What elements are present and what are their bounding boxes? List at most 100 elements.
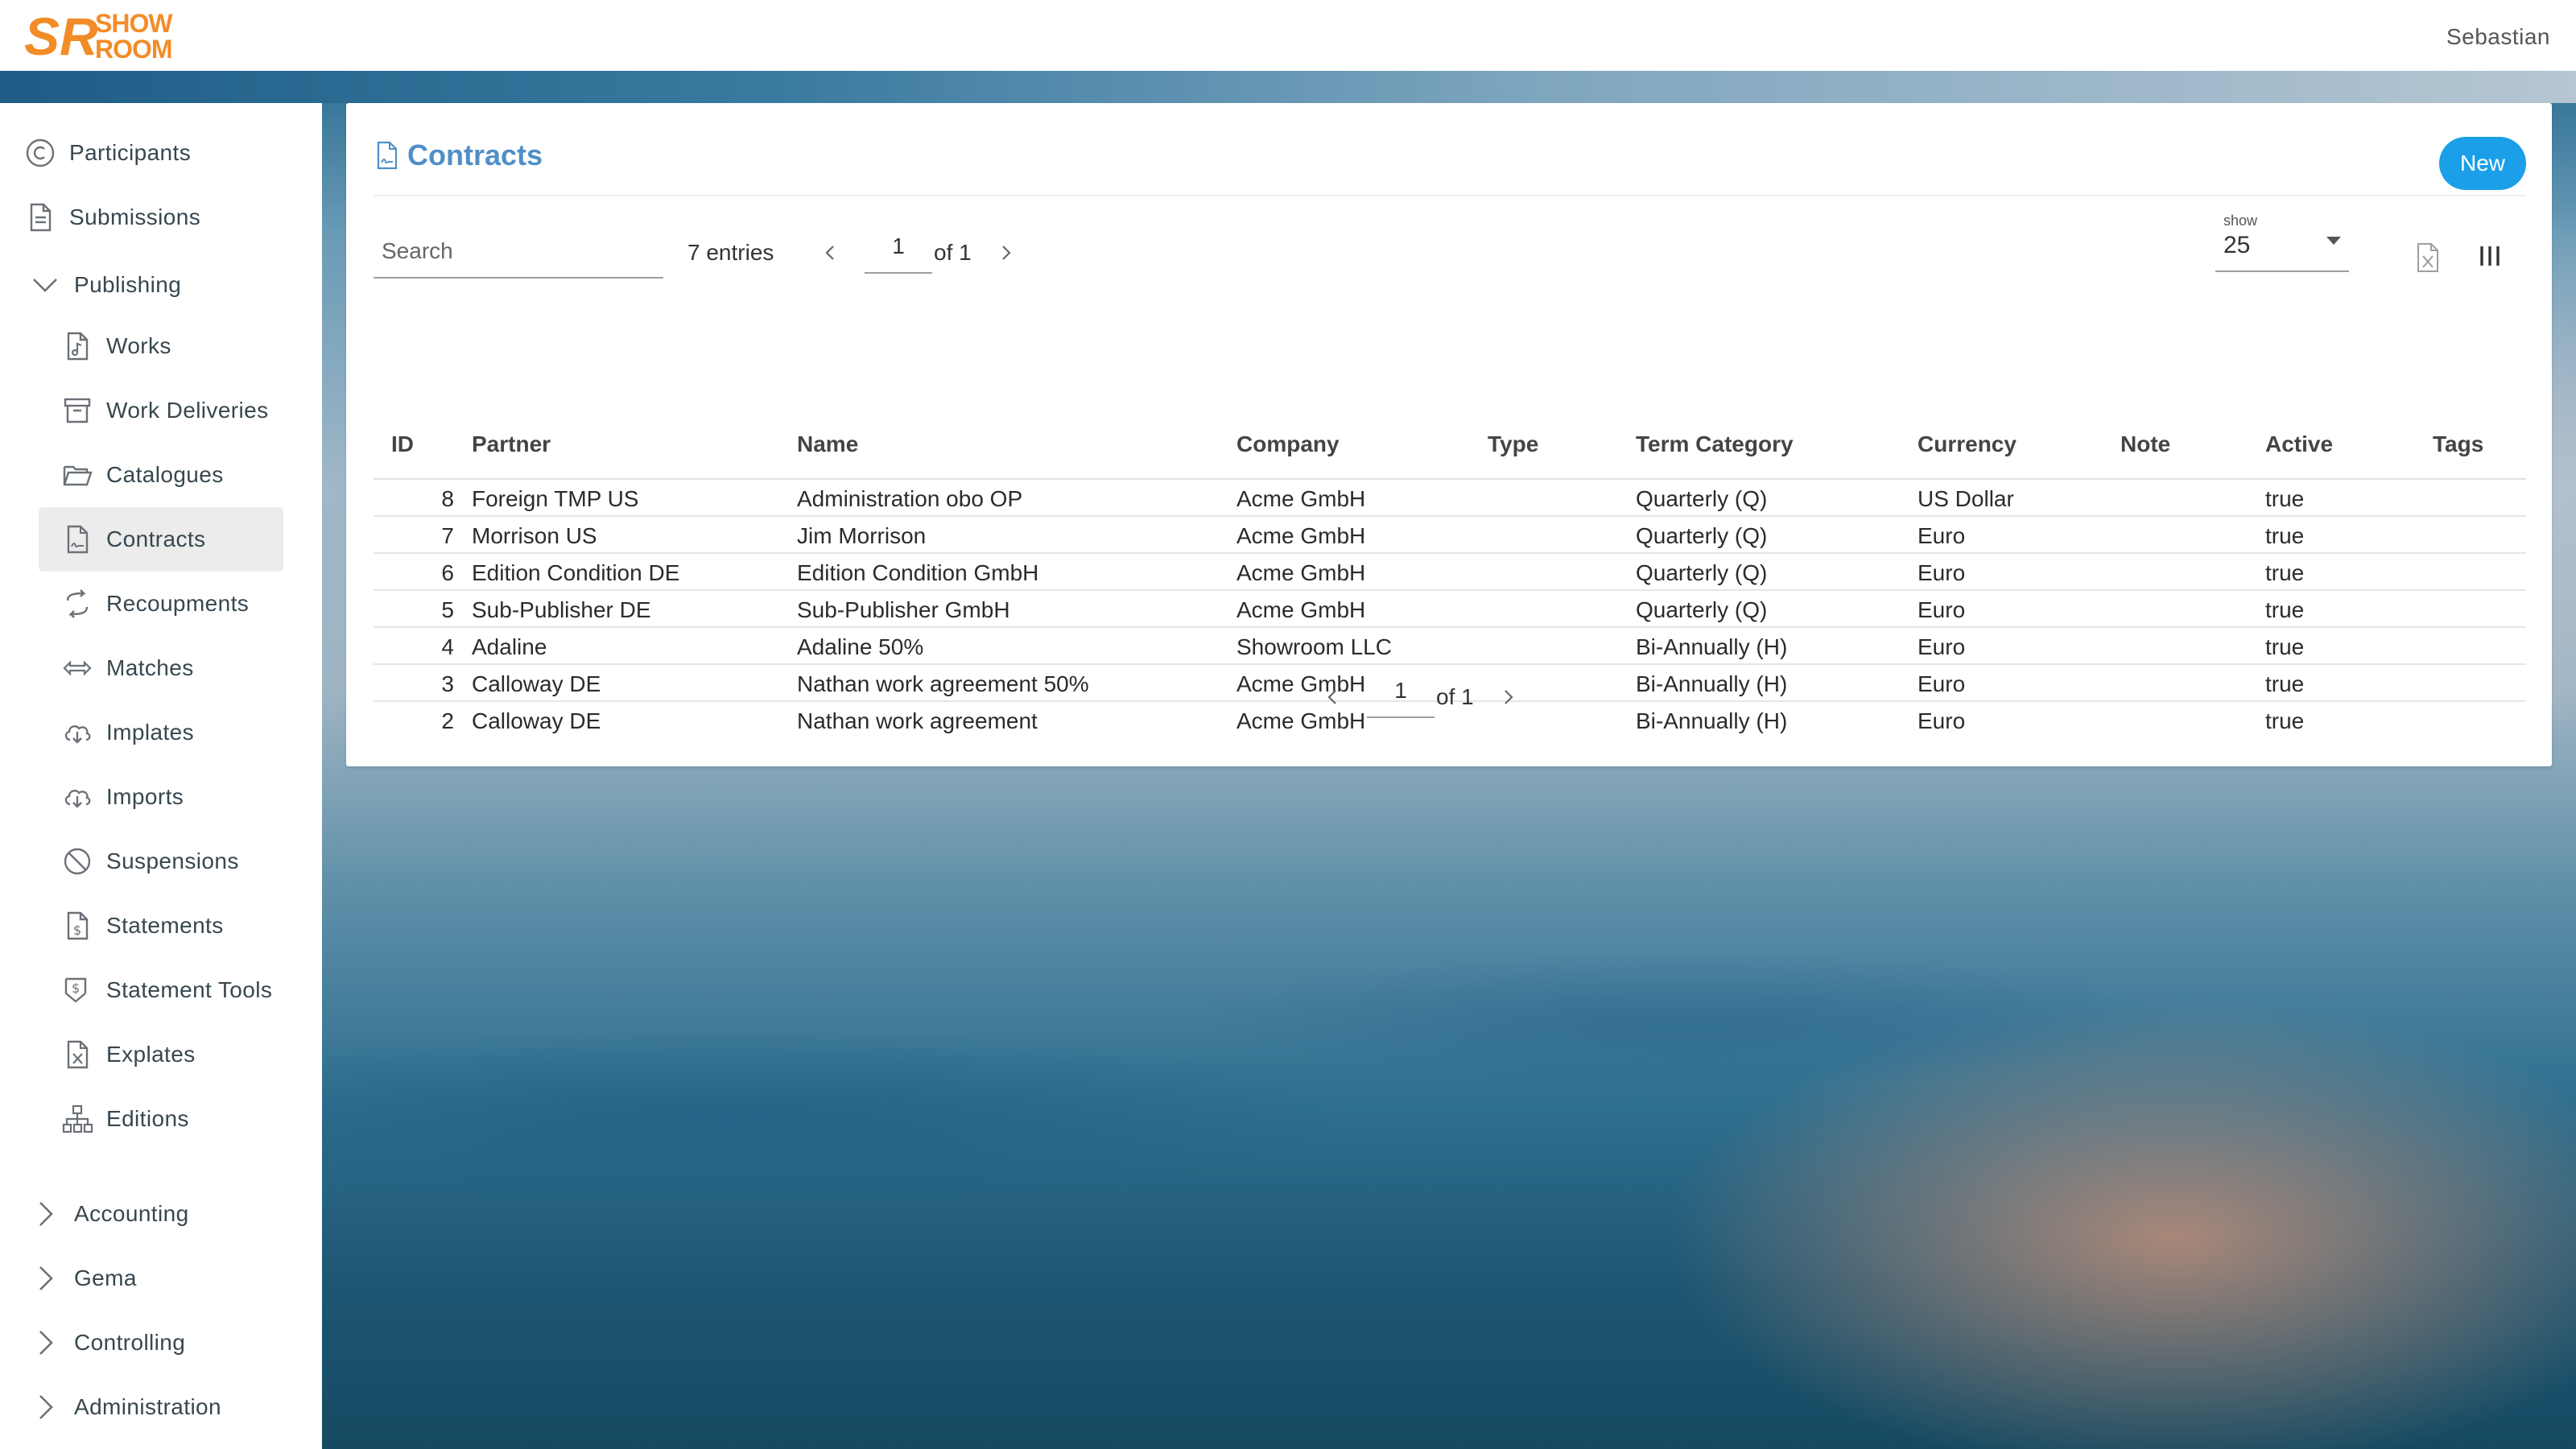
sidebar-item-suspensions[interactable]: Suspensions [61,829,239,894]
column-header-active[interactable]: Active [2265,431,2333,457]
cell-term-category: Quarterly (Q) [1636,560,1768,585]
cell-name: Adaline 50% [797,634,924,659]
sidebar-item-submissions[interactable]: Submissions [24,185,200,250]
column-header-term-category[interactable]: Term Category [1636,431,1794,457]
sidebar-item-statement-tools[interactable]: $ Statement Tools [61,958,272,1022]
cell-active: true [2265,523,2305,548]
showroom-logo[interactable]: SR SHOW ROOM [24,6,193,66]
cell-id: 6 [441,560,454,585]
document-icon [30,203,52,232]
prev-page-button[interactable] [1317,681,1349,713]
cell-partner: Adaline [472,634,547,659]
sidebar-item-work-deliveries[interactable]: Work Deliveries [61,378,269,443]
page-number-input[interactable] [1367,676,1435,718]
column-header-type[interactable]: Type [1488,431,1538,457]
chevron-down-icon [33,279,57,292]
cell-company: Acme GmbH [1236,523,1366,548]
table-row[interactable]: 4 Adaline Adaline 50% Showroom LLC Bi-An… [374,628,2526,665]
cell-name: Jim Morrison [797,523,927,548]
column-header-currency[interactable]: Currency [1918,431,2017,457]
sidebar-item-statements[interactable]: $ Statements [61,894,224,958]
svg-text:$: $ [73,923,82,938]
table-row[interactable]: 7 Morrison US Jim Morrison Acme GmbH Qua… [374,517,2526,554]
page-title: Contracts [374,138,543,172]
columns-icon[interactable] [2476,240,2504,272]
svg-text:SHOW: SHOW [95,9,173,38]
sidebar-item-catalogues[interactable]: Catalogues [61,443,224,507]
cell-name: Nathan work agreement 50% [797,671,1089,696]
entries-count: 7 entries [687,240,774,265]
chevron-right-icon [39,1331,53,1355]
page-of-label: of 1 [1436,684,1474,709]
sidebar-item-label: Statements [106,913,224,938]
cell-company: Showroom LLC [1236,634,1392,659]
cell-company: Acme GmbH [1236,486,1366,511]
sidebar-item-matches[interactable]: Matches [61,636,194,700]
user-menu[interactable]: Sebastian [2446,24,2550,50]
cell-active: true [2265,597,2305,622]
sidebar-item-contracts[interactable]: Contracts [39,507,283,572]
header-shadow-band [0,71,2576,103]
svg-text:ROOM: ROOM [95,35,172,63]
contract-file-icon [377,141,398,170]
cell-partner: Foreign TMP US [472,486,639,511]
next-page-button[interactable] [989,237,1022,269]
bottom-pagination: of 1 [1317,676,1524,718]
column-header-id[interactable]: ID [391,431,414,457]
sidebar-item-label: Publishing [74,272,182,297]
sidebar-item-label: Administration [74,1394,222,1419]
sidebar-item-explates[interactable]: Explates [61,1022,196,1087]
cell-term-category: Bi-Annually (H) [1636,634,1788,659]
column-header-company[interactable]: Company [1236,431,1340,457]
sidebar-item-participants[interactable]: Participants [24,121,191,185]
next-page-button[interactable] [1492,681,1524,713]
cell-id: 2 [441,708,454,733]
sidebar-item-imports[interactable]: Imports [61,765,184,829]
sidebar-item-administration[interactable]: Administration [29,1375,221,1439]
chevron-left-icon [1327,690,1336,704]
cell-id: 8 [441,486,454,511]
page-of-label: of 1 [934,240,972,265]
sidebar-item-recoupments[interactable]: Recoupments [61,572,249,636]
sidebar-item-implates[interactable]: Implates [61,700,194,765]
contract-file-icon [67,525,89,554]
cell-currency: Euro [1918,523,1966,548]
prev-page-button[interactable] [815,237,847,269]
page-number-input[interactable] [865,232,932,274]
sidebar-item-label: Works [106,333,171,358]
page-title-text: Contracts [407,138,543,171]
table-row[interactable]: 8 Foreign TMP US Administration obo OP A… [374,480,2526,517]
sidebar-item-controlling[interactable]: Controlling [29,1311,185,1375]
search-input[interactable] [374,225,663,279]
table-row[interactable]: 6 Edition Condition DE Edition Condition… [374,554,2526,591]
folder-open-icon [63,465,93,486]
chevron-left-icon [825,246,834,260]
new-contract-button[interactable]: New [2439,137,2526,190]
column-header-name[interactable]: Name [797,431,858,457]
chevron-right-icon [1504,690,1513,704]
dollar-tools-icon: $ [64,977,87,1003]
sidebar-item-label: Matches [106,655,194,680]
cell-currency: Euro [1918,671,1966,696]
cell-term-category: Quarterly (Q) [1636,523,1768,548]
sidebar-item-publishing[interactable]: Publishing [29,253,181,317]
cell-name: Sub-Publisher GmbH [797,597,1010,622]
sidebar-item-label: Gema [74,1265,137,1290]
column-header-note[interactable]: Note [2120,431,2170,457]
sidebar-item-label: Accounting [74,1201,189,1226]
title-divider [374,195,2526,196]
top-pagination: of 1 [815,232,1022,274]
column-header-partner[interactable]: Partner [472,431,551,457]
sidebar-item-editions[interactable]: Editions [61,1087,189,1151]
archive-box-icon [64,398,91,423]
sidebar-item-gema[interactable]: Gema [29,1246,137,1311]
table-row[interactable]: 5 Sub-Publisher DE Sub-Publisher GmbH Ac… [374,591,2526,628]
sidebar-item-works[interactable]: Works [61,314,171,378]
page-size-select[interactable]: show 25 [2215,208,2349,272]
cloud-download-icon [64,725,91,744]
cell-name: Nathan work agreement [797,708,1038,733]
cell-name: Edition Condition GmbH [797,560,1039,585]
sidebar-item-accounting[interactable]: Accounting [29,1182,189,1246]
column-header-tags[interactable]: Tags [2433,431,2483,457]
excel-export-icon[interactable] [2413,242,2442,274]
